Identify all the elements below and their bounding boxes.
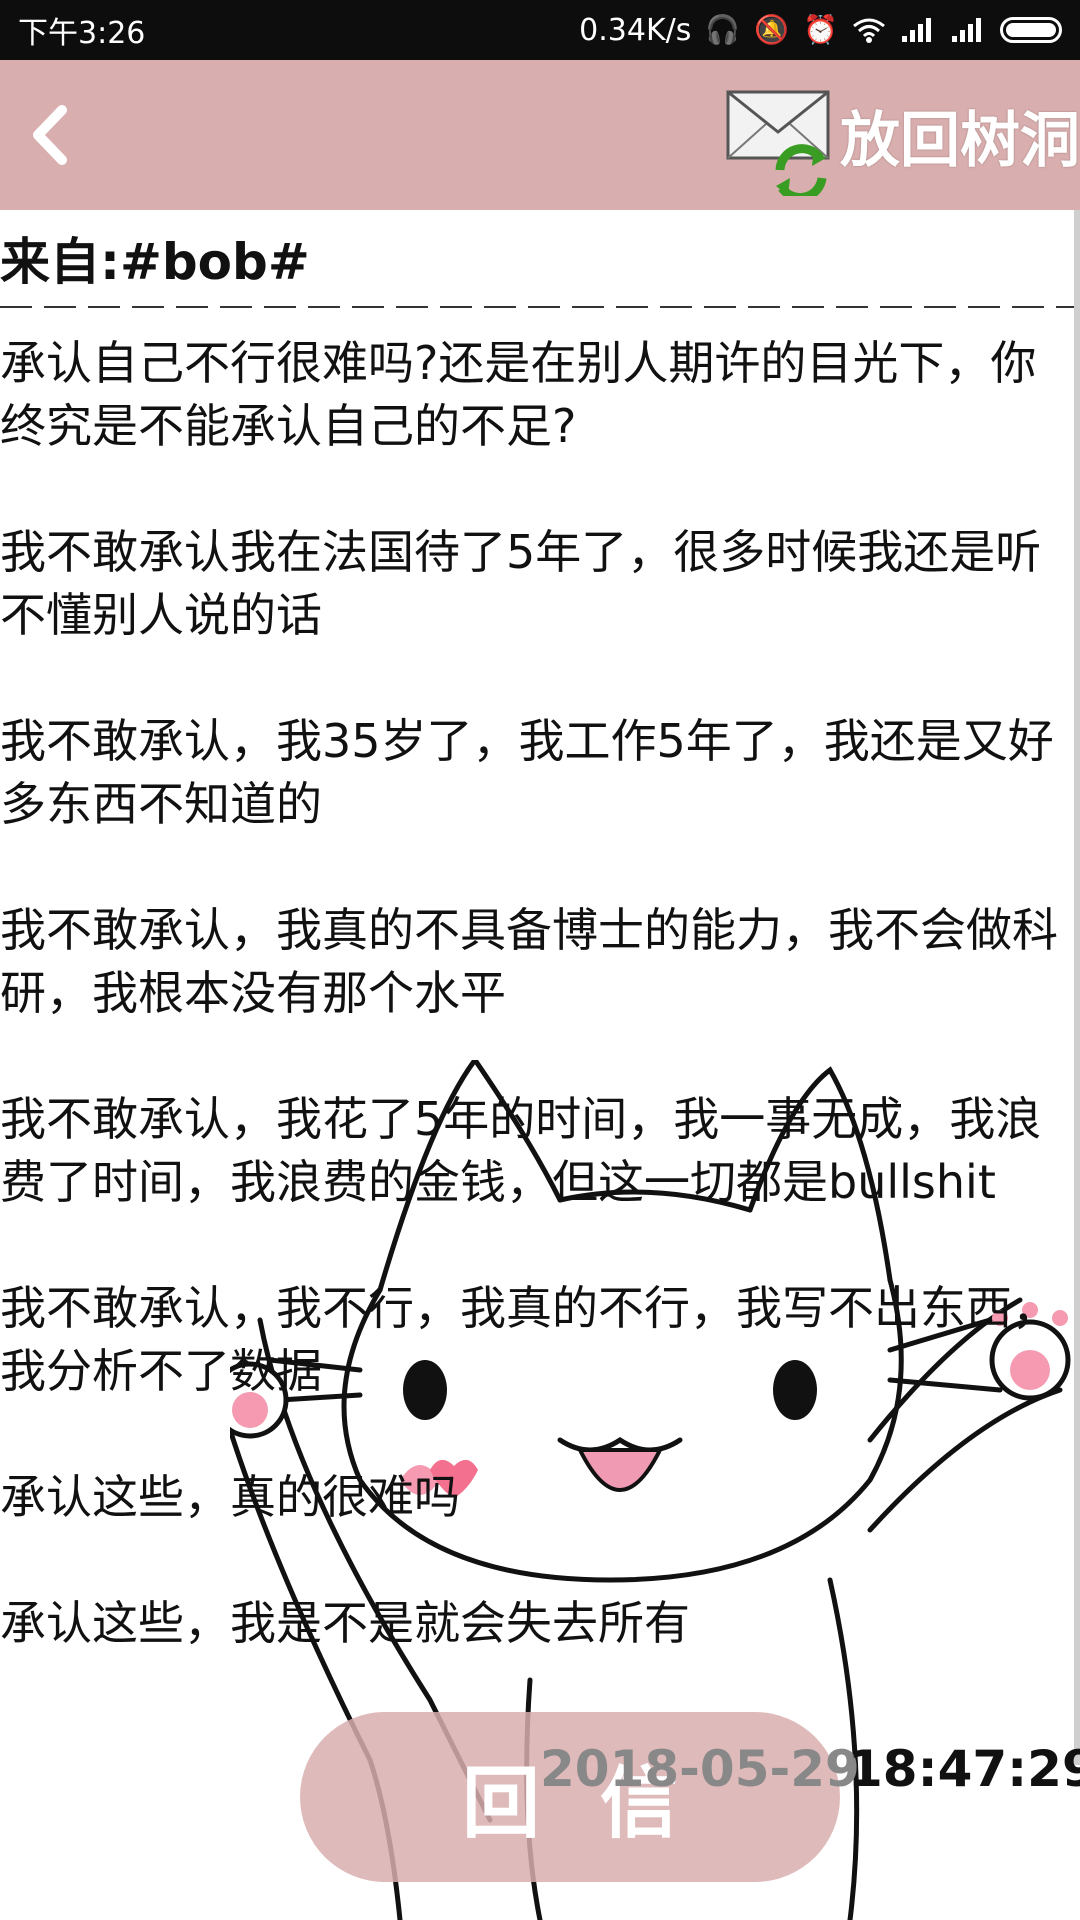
message-paragraph: 承认自己不行很难吗?还是在别人期许的目光下，你终究是不能承认自己的不足? <box>0 336 1037 453</box>
status-time: 下午3:26 <box>18 16 146 51</box>
message-paragraph: 承认这些，我是不是就会失去所有 <box>0 1596 690 1650</box>
signal-icon <box>902 18 931 42</box>
message-paragraph: 承认这些，真的很难吗 <box>0 1470 460 1524</box>
message-paragraph: 我不敢承认，我不行，我真的不行，我写不出东西，我分析不了数据 <box>0 1281 1058 1398</box>
message-body: 承认自己不行很难吗?还是在别人期许的目光下，你终究是不能承认自己的不足? 我不敢… <box>0 332 1074 1655</box>
scrollbar[interactable] <box>1074 210 1080 1765</box>
sender-label: 来自:#bob# <box>0 233 310 291</box>
dashed-divider <box>0 304 1074 310</box>
alarm-muted-icon: 🔕 <box>754 13 790 46</box>
status-bar: 下午3:26 0.34K/s 🎧 🔕 ⏰ <box>0 0 1080 60</box>
network-speed: 0.34K/s <box>579 12 692 48</box>
chevron-left-icon <box>33 105 67 165</box>
message-paragraph: 我不敢承认，我真的不具备博士的能力，我不会做科研，我根本没有那个水平 <box>0 903 1058 1020</box>
message-content: 来自:#bob# 承认自己不行很难吗?还是在别人期许的目光下，你终究是不能承认自… <box>0 210 1074 1655</box>
signal-icon <box>952 18 981 42</box>
message-date: 2018-05-29 <box>540 1740 860 1798</box>
wifi-icon <box>853 18 885 43</box>
message-paragraph: 我不敢承认，我35岁了，我工作5年了，我还是又好多东西不知道的 <box>0 714 1054 831</box>
message-time: 18:47:29 <box>848 1740 1080 1798</box>
headphones-icon: 🎧 <box>705 13 741 46</box>
alarm-clock-icon: ⏰ <box>803 13 838 46</box>
put-back-label[interactable]: 放回树洞 <box>840 92 1080 179</box>
message-paragraph: 我不敢承认我在法国待了5年了，很多时候我还是听不懂别人说的话 <box>0 525 1042 642</box>
envelope-refresh-icon[interactable] <box>722 78 842 196</box>
app-bar: 放回树洞 <box>0 60 1080 210</box>
status-icons: 0.34K/s 🎧 🔕 ⏰ <box>579 13 1062 48</box>
message-paragraph: 我不敢承认，我花了5年的时间，我一事无成，我浪费了时间，我浪费的金钱，但这一切都… <box>0 1092 1042 1209</box>
battery-icon <box>1000 17 1062 43</box>
back-button[interactable] <box>18 100 88 170</box>
